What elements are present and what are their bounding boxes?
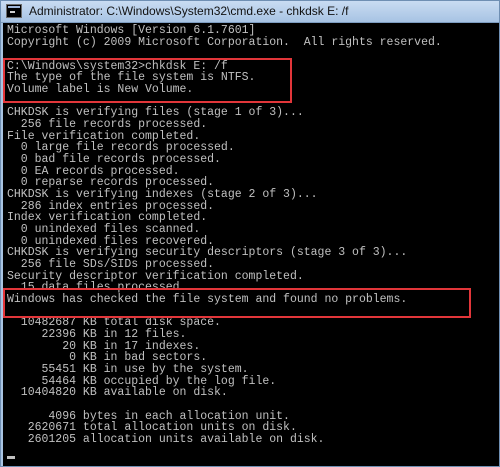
console-line: Volume label is New Volume. xyxy=(7,83,194,96)
console-line: 0 KB in bad sectors. xyxy=(7,351,208,364)
title-bar[interactable]: Administrator: C:\Windows\System32\cmd.e… xyxy=(1,1,499,23)
console-line: 256 file SDs/SIDs processed. xyxy=(7,258,215,271)
console-line: 0 reparse records processed. xyxy=(7,176,215,189)
console-line: 2601205 allocation units available on di… xyxy=(7,433,325,446)
window-title: Administrator: C:\Windows\System32\cmd.e… xyxy=(29,4,349,18)
text-cursor xyxy=(7,456,15,459)
console-line: CHKDSK is verifying indexes (stage 2 of … xyxy=(7,188,318,201)
console-line: The type of the file system is NTFS. xyxy=(7,71,256,84)
console-line: Microsoft Windows [Version 6.1.7601] xyxy=(7,24,256,37)
console-line: 15 data files processed. xyxy=(7,281,187,294)
console-line: CHKDSK is verifying files (stage 1 of 3)… xyxy=(7,106,304,119)
console-line: 256 file records processed. xyxy=(7,118,208,131)
console-line: CHKDSK is verifying security descriptors… xyxy=(7,246,408,259)
console-line: 0 bad file records processed. xyxy=(7,153,221,166)
console-line: 2620671 total allocation units on disk. xyxy=(7,421,297,434)
console-line: Windows has checked the file system and … xyxy=(7,293,408,306)
console-line: Index verification completed. xyxy=(7,211,208,224)
console-line: 0 unindexed files scanned. xyxy=(7,223,201,236)
console-line: 22396 KB in 12 files. xyxy=(7,328,187,341)
console-line: 10482687 KB total disk space. xyxy=(7,316,221,329)
command-prompt-icon[interactable] xyxy=(6,4,22,18)
console-line: 55451 KB in use by the system. xyxy=(7,363,249,376)
console-line: 0 large file records processed. xyxy=(7,141,235,154)
console-line: Copyright (c) 2009 Microsoft Corporation… xyxy=(7,36,442,49)
cmd-window: Administrator: C:\Windows\System32\cmd.e… xyxy=(0,0,500,467)
console-output[interactable]: Microsoft Windows [Version 6.1.7601] Cop… xyxy=(3,23,499,466)
console-line: 10404820 KB available on disk. xyxy=(7,386,228,399)
